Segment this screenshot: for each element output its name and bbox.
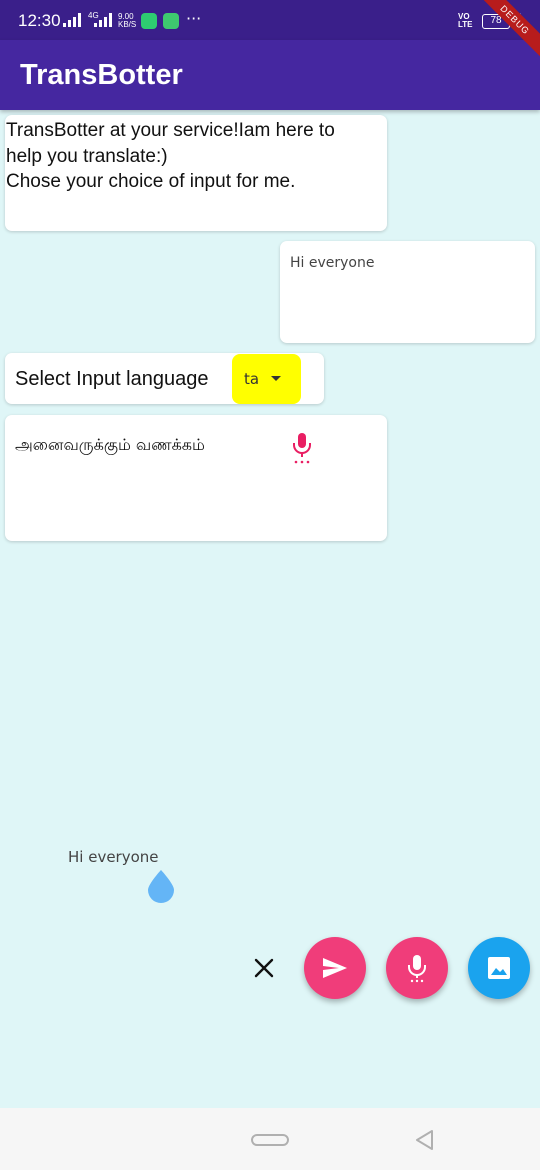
signal-4g-icon (94, 13, 114, 30)
status-bar: 12:30 4G 9.00 KB/S ··· VO LTE 78 ⚡ (0, 0, 540, 40)
whatsapp-icon (141, 13, 157, 29)
bot-message-line: help you translate:) (6, 145, 168, 167)
system-nav-bar (0, 1108, 540, 1170)
message-input[interactable]: Hi everyone (68, 848, 159, 866)
app-title: TransBotter (20, 59, 183, 91)
message-icon (163, 13, 179, 29)
image-icon (488, 957, 510, 979)
volte-bottom: LTE (458, 20, 473, 29)
language-selector-label: Select Input language (15, 368, 209, 390)
more-notifications-icon: ··· (186, 9, 202, 28)
language-dropdown-value: ta (244, 370, 260, 388)
translated-text: அனைவருக்கும் வணக்கம் (15, 435, 205, 454)
send-icon (323, 958, 347, 978)
mic-icon (408, 955, 426, 983)
close-icon[interactable] (249, 953, 279, 983)
image-input-button[interactable] (468, 937, 530, 999)
app-bar: TransBotter (0, 40, 540, 110)
language-selector-row: Select Input language ta (5, 353, 324, 404)
voice-input-button[interactable] (386, 937, 448, 999)
translation-card: அனைவருக்கும் வணக்கம் (5, 415, 387, 541)
mic-icon[interactable] (290, 431, 314, 465)
home-button[interactable] (251, 1134, 289, 1146)
network-speed: 9.00 KB/S (118, 13, 136, 29)
volte-icon: VO LTE (458, 13, 473, 29)
network-speed-unit: KB/S (118, 20, 137, 29)
bot-message-line: Chose your choice of input for me. (6, 171, 296, 192)
bot-message: TransBotter at your service!Iam here to … (5, 115, 387, 231)
user-message: Hi everyone (280, 241, 535, 343)
send-button[interactable] (304, 937, 366, 999)
text-cursor-handle-icon[interactable] (146, 868, 176, 904)
bot-message-line: TransBotter at your service!Iam here to (6, 120, 335, 141)
status-time: 12:30 (18, 11, 61, 30)
language-dropdown[interactable]: ta (232, 354, 301, 404)
dropdown-arrow-icon (271, 376, 281, 381)
signal-icon (63, 13, 83, 30)
back-icon[interactable] (413, 1128, 435, 1152)
